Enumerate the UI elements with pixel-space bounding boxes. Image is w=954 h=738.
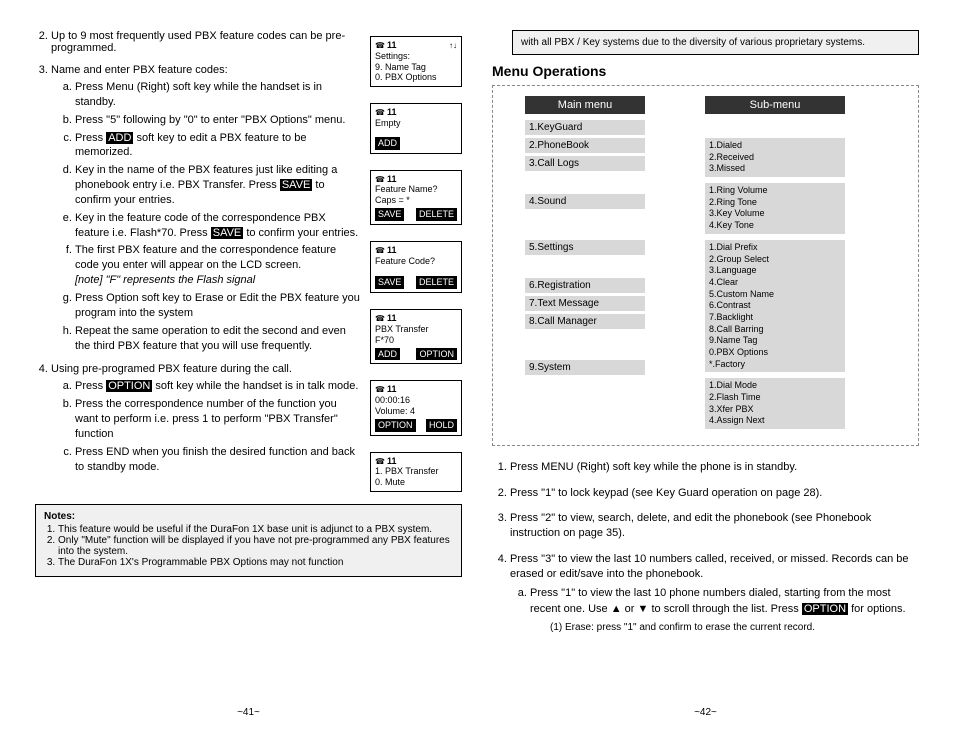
- note-1: This feature would be useful if the Dura…: [58, 524, 453, 535]
- down-arrow-icon: ▼: [638, 603, 649, 615]
- mm-phonebook: 2.PhoneBook: [525, 138, 645, 153]
- mm-sound: 4.Sound: [525, 194, 645, 209]
- rstep-4: Press "3" to view the last 10 numbers ca…: [510, 552, 919, 636]
- sub-settings: 1.Dial Prefix 2.Group Select 3.Language …: [705, 240, 845, 373]
- lcd-6: 1100:00:16Volume: 4OPTIONHOLD: [370, 380, 462, 435]
- mm-system: 9.System: [525, 360, 645, 375]
- mm-calllogs: 3.Call Logs: [525, 156, 645, 171]
- option-key: OPTION: [802, 603, 848, 615]
- option-key: OPTION: [106, 380, 152, 392]
- sub-system: 1.Dial Mode 2.Flash Time 3.Xfer PBX 4.As…: [705, 378, 845, 429]
- menu-diagram: Main menu 1.KeyGuard 2.PhoneBook 3.Call …: [492, 85, 919, 446]
- rstep-1: Press MENU (Right) soft key while the ph…: [510, 460, 919, 475]
- step-e: Key in the feature code of the correspon…: [75, 211, 362, 241]
- step-c: Press ADD soft key to edit a PBX feature…: [75, 131, 362, 161]
- step-h: Repeat the same operation to edit the se…: [75, 324, 362, 354]
- sub-calllogs: 1.Dialed 2.Received 3.Missed: [705, 138, 845, 177]
- sub-sound: 1.Ring Volume 2.Ring Tone 3.Key Volume 4…: [705, 183, 845, 234]
- mm-settings: 5.Settings: [525, 240, 645, 255]
- left-page: Up to 9 most frequently used PBX feature…: [20, 30, 477, 718]
- page-number-right: ~42~: [477, 707, 934, 718]
- notes-title: Notes:: [44, 511, 75, 522]
- flash-note: [note] "F" represents the Flash signal: [75, 273, 362, 288]
- right-page: with all PBX / Key systems due to the di…: [477, 30, 934, 718]
- step4-c: Press END when you finish the desired fu…: [75, 445, 362, 475]
- notes-box: Notes: This feature would be useful if t…: [35, 504, 462, 577]
- mm-callmanager: 8.Call Manager: [525, 314, 645, 329]
- item-2: Up to 9 most frequently used PBX feature…: [51, 30, 362, 54]
- top-note-box: with all PBX / Key systems due to the di…: [512, 30, 919, 55]
- sub-menu-header: Sub-menu: [705, 96, 845, 114]
- step-b: Press "5" following by "0" to enter "PBX…: [75, 113, 362, 128]
- mm-registration: 6.Registration: [525, 278, 645, 293]
- step-g: Press Option soft key to Erase or Edit t…: [75, 291, 362, 321]
- lcd-3: 11Feature Name?Caps = *SAVEDELETE: [370, 170, 462, 225]
- lcd-mockups: 11↑↓Settings:9. Name Tag0. PBX Options 1…: [370, 30, 462, 492]
- rstep-4a: Press "1" to view the last 10 phone numb…: [530, 586, 919, 635]
- note-2: Only "Mute" function will be displayed i…: [58, 535, 453, 557]
- menu-operations-heading: Menu Operations: [492, 63, 919, 79]
- mm-textmessage: 7.Text Message: [525, 296, 645, 311]
- item-4: Using pre-programed PBX feature during t…: [51, 363, 362, 474]
- step-a: Press Menu (Right) soft key while the ha…: [75, 80, 362, 110]
- note-3: The DuraFon 1X's Programmable PBX Option…: [58, 557, 453, 568]
- up-arrow-icon: ▲: [611, 603, 622, 615]
- lcd-7: 111. PBX Transfer0. Mute: [370, 452, 462, 492]
- rstep-3: Press "2" to view, search, delete, and e…: [510, 511, 919, 542]
- right-steps: Press MENU (Right) soft key while the ph…: [492, 460, 919, 635]
- left-main-list: Up to 9 most frequently used PBX feature…: [35, 30, 362, 474]
- add-key: ADD: [106, 132, 133, 144]
- main-menu-header: Main menu: [525, 96, 645, 114]
- lcd-1: 11↑↓Settings:9. Name Tag0. PBX Options: [370, 36, 462, 87]
- save-key: SAVE: [211, 227, 244, 239]
- page-number-left: ~41~: [20, 707, 477, 718]
- mm-keyguard: 1.KeyGuard: [525, 120, 645, 135]
- item-3: Name and enter PBX feature codes: Press …: [51, 64, 362, 353]
- rstep-2: Press "1" to lock keypad (see Key Guard …: [510, 486, 919, 501]
- manual-spread: Up to 9 most frequently used PBX feature…: [0, 0, 954, 738]
- lcd-5: 11PBX TransferF*70ADDOPTION: [370, 309, 462, 364]
- save-key: SAVE: [280, 179, 313, 191]
- step-d: Key in the name of the PBX features just…: [75, 163, 362, 208]
- step4-a: Press OPTION soft key while the handset …: [75, 379, 362, 394]
- step4-b: Press the correspondence number of the f…: [75, 397, 362, 442]
- rstep-4a-1: (1) Erase: press "1" and confirm to eras…: [550, 621, 919, 635]
- lcd-2: 11EmptyADD: [370, 103, 462, 153]
- step-f: The first PBX feature and the correspond…: [75, 243, 362, 288]
- lcd-4: 11Feature Code?SAVEDELETE: [370, 241, 462, 293]
